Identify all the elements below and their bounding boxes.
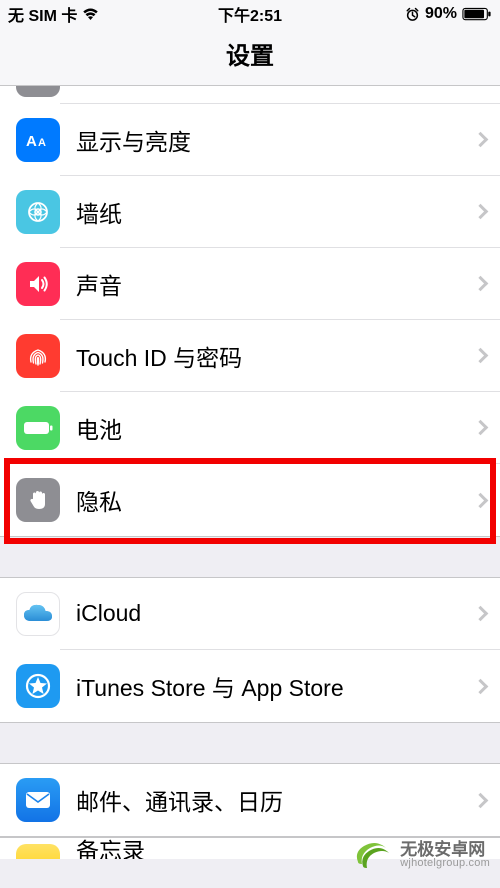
chevron-right-icon [473,678,489,694]
group-mail: 邮件、通讯录、日历 [0,763,500,837]
fingerprint-icon [16,334,60,378]
wifi-icon [82,8,99,21]
chevron-right-icon [473,606,489,622]
status-time: 下午2:51 [169,2,330,26]
row-label: 隐私 [76,483,122,517]
display-icon: AA [16,118,60,162]
status-bar: 无 SIM 卡 下午2:51 90% [0,0,500,28]
wallpaper-icon [16,190,60,234]
appstore-icon [16,664,60,708]
row-label: iCloud [76,600,141,627]
settings-list: AA 显示与亮度 墙纸 声音 Touch ID 与密码 [0,86,500,859]
watermark-logo-icon [352,838,394,872]
row-label: 声音 [76,267,122,301]
general-icon [16,86,60,97]
row-sound[interactable]: 声音 [0,248,500,320]
row-battery[interactable]: 电池 [0,392,500,464]
row-privacy[interactable]: 隐私 [0,464,500,536]
svg-text:A: A [26,133,37,150]
chevron-right-icon [473,132,489,148]
notes-icon [16,844,60,860]
alarm-icon [405,7,420,22]
page-header: 设置 [0,28,500,86]
row-wallpaper[interactable]: 墙纸 [0,176,500,248]
battery-pct: 90% [425,5,457,23]
row-itunes-appstore[interactable]: iTunes Store 与 App Store [0,650,500,722]
group-gap [0,723,500,763]
chevron-right-icon [473,420,489,436]
carrier-text: 无 SIM 卡 [8,2,77,26]
page-title: 设置 [0,36,500,71]
icloud-icon [16,592,60,636]
privacy-hand-icon [16,478,60,522]
battery-icon [462,7,492,21]
battery-icon [16,406,60,450]
chevron-right-icon [473,348,489,364]
watermark-cn: 无极安卓网 [400,841,490,858]
row-label: Touch ID 与密码 [76,339,242,373]
svg-text:A: A [38,137,46,149]
row-label: iTunes Store 与 App Store [76,669,344,703]
status-right: 90% [331,5,492,23]
row-label: 邮件、通讯录、日历 [76,783,283,817]
row-mail-contacts-calendar[interactable]: 邮件、通讯录、日历 [0,764,500,836]
row-touchid[interactable]: Touch ID 与密码 [0,320,500,392]
group-gap [0,537,500,577]
chevron-right-icon [473,792,489,808]
row-partial-top[interactable] [0,86,500,104]
row-label: 电池 [76,411,122,445]
watermark: 无极安卓网 wjhotelgroup.com [352,838,490,872]
chevron-right-icon [473,276,489,292]
chevron-right-icon [473,204,489,220]
row-label: 备忘录 [76,837,145,859]
row-label: 显示与亮度 [76,123,191,157]
row-icloud[interactable]: iCloud [0,578,500,650]
status-left: 无 SIM 卡 [8,2,169,26]
group-general: AA 显示与亮度 墙纸 声音 Touch ID 与密码 [0,86,500,537]
watermark-url: wjhotelgroup.com [400,858,490,869]
mail-icon [16,778,60,822]
sound-icon [16,262,60,306]
chevron-right-icon [473,492,489,508]
group-icloud: iCloud iTunes Store 与 App Store [0,577,500,723]
row-display-brightness[interactable]: AA 显示与亮度 [0,104,500,176]
row-label: 墙纸 [76,195,122,229]
